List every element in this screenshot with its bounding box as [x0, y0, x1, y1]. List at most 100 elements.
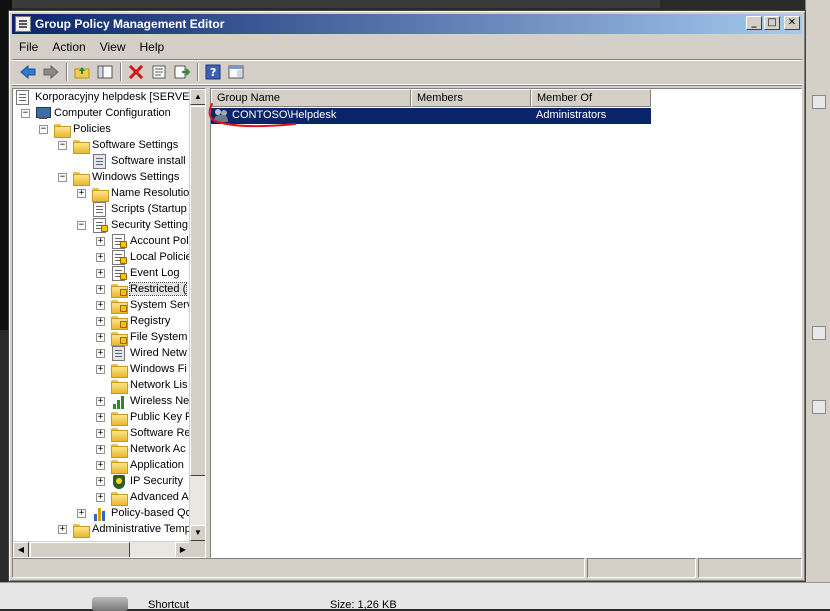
expand-icon[interactable]: +: [96, 237, 105, 246]
tree-item-wireless-network[interactable]: + Wireless Ne: [13, 394, 189, 410]
expand-icon[interactable]: +: [58, 525, 67, 534]
title-bar[interactable]: Group Policy Management Editor _ □ ✕: [12, 14, 802, 34]
console-tree-pane[interactable]: Korporacyjny helpdesk [SERVER − Computer…: [12, 88, 206, 558]
menu-file[interactable]: File: [12, 38, 45, 56]
folder-icon: [73, 524, 90, 538]
menu-action[interactable]: Action: [45, 38, 92, 56]
properties-icon[interactable]: [149, 62, 169, 82]
scroll-thumb[interactable]: [190, 106, 205, 476]
expand-icon[interactable]: +: [96, 285, 105, 294]
forward-arrow-icon[interactable]: [41, 62, 61, 82]
delete-icon[interactable]: [126, 62, 146, 82]
tree-label: Wired Netw: [130, 347, 187, 359]
tree-item-windows-settings[interactable]: − Windows Settings: [13, 170, 189, 186]
ip-security-icon: [113, 475, 125, 489]
menu-help[interactable]: Help: [133, 38, 172, 56]
expand-icon[interactable]: +: [96, 429, 105, 438]
tree-item-file-system[interactable]: + File System: [13, 330, 189, 346]
export-list-icon[interactable]: [172, 62, 192, 82]
tree-label: Wireless Ne: [130, 395, 190, 407]
tree-item-security-settings[interactable]: − Security Setting: [13, 218, 189, 234]
expand-icon[interactable]: +: [96, 333, 105, 342]
tree-item-scripts[interactable]: Scripts (Startup: [13, 202, 189, 218]
scroll-thumb[interactable]: [30, 542, 130, 557]
expand-icon[interactable]: +: [96, 461, 105, 470]
scroll-down-button[interactable]: ▼: [190, 525, 205, 541]
menu-bar: File Action View Help: [12, 37, 802, 57]
expand-icon[interactable]: +: [96, 397, 105, 406]
tree-item-advanced-audit[interactable]: + Advanced A: [13, 490, 189, 506]
tree-item-account-policies[interactable]: + Account Pol: [13, 234, 189, 250]
collapse-icon[interactable]: −: [58, 173, 67, 182]
close-button[interactable]: ✕: [784, 16, 800, 30]
tree-item-network-list-manager[interactable]: Network Lis: [13, 378, 189, 394]
tree-item-local-policies[interactable]: + Local Policie: [13, 250, 191, 266]
tree-item-policies[interactable]: − Policies: [13, 122, 189, 138]
collapse-icon[interactable]: −: [77, 221, 86, 230]
expand-icon[interactable]: +: [96, 269, 105, 278]
qos-chart-icon: [93, 507, 107, 521]
tree-item-name-resolution-policy[interactable]: + Name Resolutio: [13, 186, 189, 202]
tree-label: Windows Settings: [92, 171, 180, 183]
lock-icon: [120, 289, 127, 296]
column-header-members[interactable]: Members: [411, 89, 531, 107]
background-window-edge: [0, 0, 660, 8]
table-row[interactable]: CONTOSO\Helpdesk Administrators: [211, 108, 651, 124]
tree-item-gpo-root[interactable]: Korporacyjny helpdesk [SERVER: [15, 90, 191, 106]
tree-label: Scripts (Startup: [111, 203, 187, 215]
expand-icon[interactable]: +: [96, 413, 105, 422]
tree-item-wired-network[interactable]: + Wired Netw: [13, 346, 189, 362]
expand-icon[interactable]: +: [96, 365, 105, 374]
folder-icon: [111, 412, 128, 426]
show-hide-tree-icon[interactable]: [95, 62, 115, 82]
help-icon[interactable]: ?: [203, 62, 223, 82]
tree-item-restricted-groups[interactable]: + Restricted (: [13, 282, 189, 298]
back-arrow-icon[interactable]: [18, 62, 38, 82]
tree-item-network-access-protection[interactable]: + Network Ac: [13, 442, 189, 458]
tree-item-application-control[interactable]: + Application: [13, 458, 189, 474]
tree-item-event-log[interactable]: + Event Log: [13, 266, 189, 282]
expand-icon[interactable]: +: [96, 477, 105, 486]
expand-icon[interactable]: +: [96, 317, 105, 326]
tree-horizontal-scrollbar[interactable]: ◀ ▶: [13, 541, 191, 557]
column-header-group-name[interactable]: Group Name: [211, 89, 411, 107]
menu-view[interactable]: View: [93, 38, 133, 56]
tree-item-windows-firewall[interactable]: + Windows Fi: [13, 362, 189, 378]
collapse-icon[interactable]: −: [39, 125, 48, 134]
expand-icon[interactable]: +: [96, 493, 105, 502]
tree-item-public-key-policies[interactable]: + Public Key P: [13, 410, 191, 426]
folder-icon: [54, 124, 71, 138]
expand-icon[interactable]: +: [96, 349, 105, 358]
details-pane[interactable]: Group Name Members Member Of CONTOSO\Hel…: [210, 88, 802, 558]
expand-icon[interactable]: +: [77, 509, 86, 518]
tree-item-system-services[interactable]: + System Serv: [13, 298, 191, 314]
tree-item-software-settings[interactable]: − Software Settings: [13, 138, 189, 154]
minimize-button[interactable]: _: [746, 16, 762, 30]
tree-label: Network Lis: [130, 379, 188, 391]
expand-icon[interactable]: +: [96, 253, 105, 262]
tree-item-registry[interactable]: + Registry: [13, 314, 189, 330]
scroll-up-button[interactable]: ▲: [190, 89, 205, 105]
toolbar: ?: [12, 59, 802, 85]
background-shortcut-label: Shortcut: [148, 599, 189, 611]
show-pane-icon[interactable]: [226, 62, 246, 82]
up-folder-icon[interactable]: [72, 62, 92, 82]
expand-icon[interactable]: +: [96, 445, 105, 454]
tree-vertical-scrollbar[interactable]: ▲ ▼: [189, 89, 205, 541]
tree-item-software-installation[interactable]: Software install: [13, 154, 189, 170]
lock-icon: [120, 337, 127, 344]
collapse-icon[interactable]: −: [21, 109, 30, 118]
tree-item-software-restriction[interactable]: + Software Re: [13, 426, 191, 442]
maximize-button[interactable]: □: [764, 16, 780, 30]
column-header-member-of[interactable]: Member Of: [531, 89, 651, 107]
tree-item-policy-based-qos[interactable]: + Policy-based Qo: [13, 506, 191, 522]
tree-item-computer-configuration[interactable]: − Computer Configuration: [13, 106, 189, 122]
tree-item-ip-security[interactable]: + IP Security: [13, 474, 189, 490]
scroll-left-button[interactable]: ◀: [13, 542, 29, 557]
collapse-icon[interactable]: −: [58, 141, 67, 150]
expand-icon[interactable]: +: [96, 301, 105, 310]
tree-item-administrative-templates[interactable]: + Administrative Temp: [13, 522, 191, 538]
tree-label: Public Key P: [130, 411, 191, 423]
expand-icon[interactable]: +: [77, 189, 86, 198]
tree-label: Event Log: [130, 267, 180, 279]
